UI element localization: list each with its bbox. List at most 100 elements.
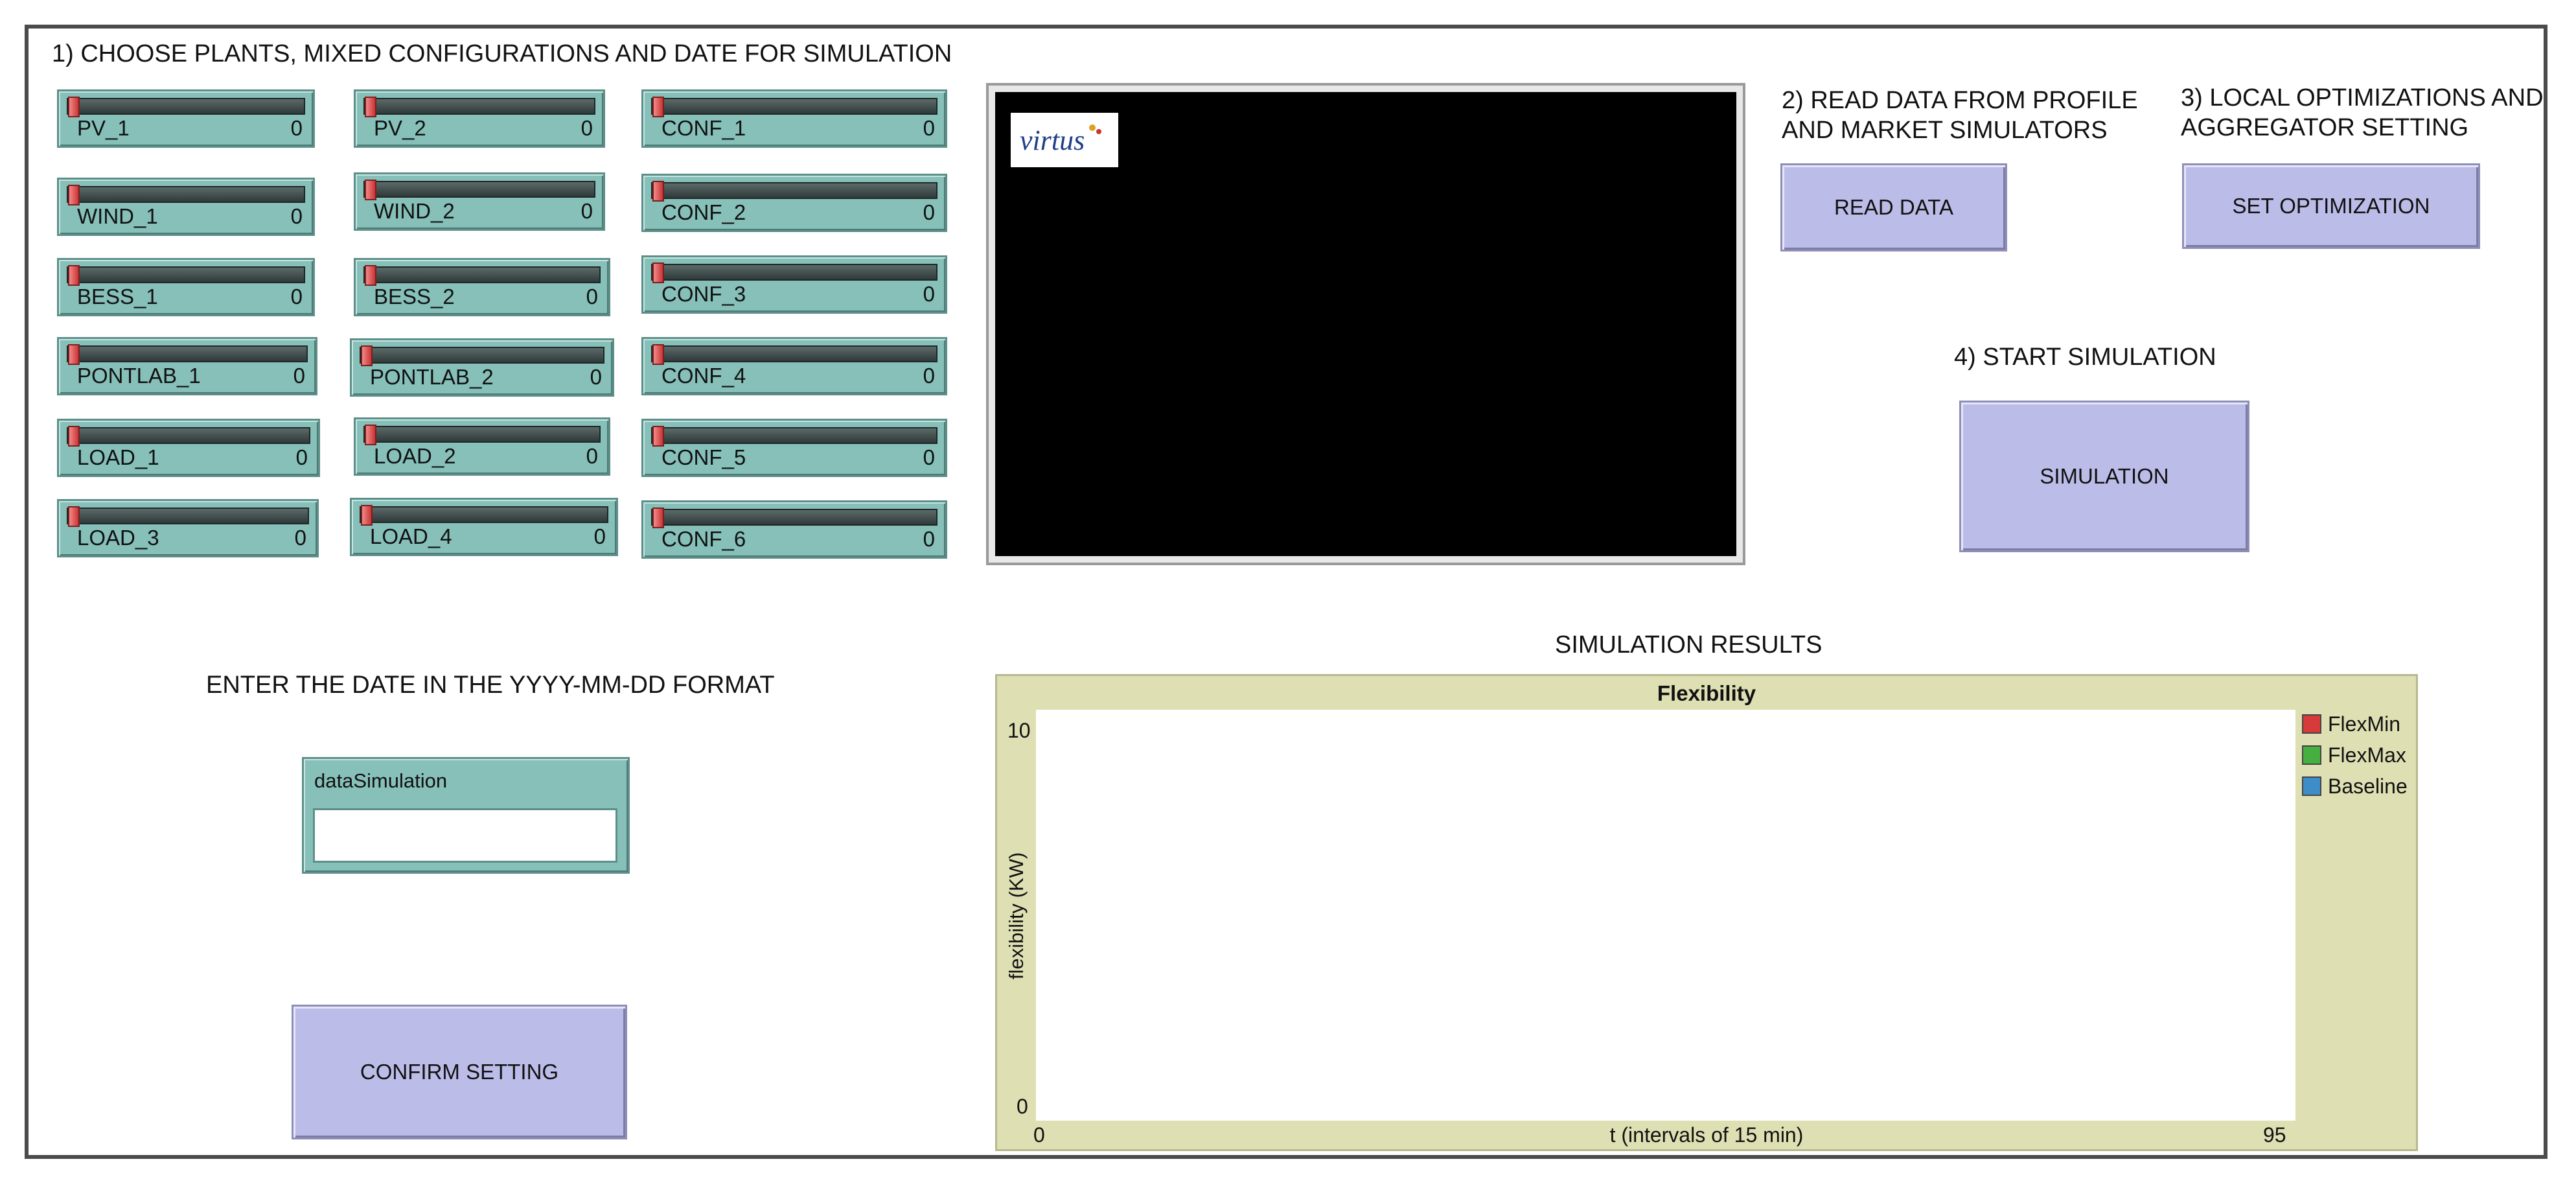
step4-heading: 4) START SIMULATION [1954,344,2216,371]
step3-heading: 3) LOCAL OPTIMIZATIONS AND AGGREGATOR SE… [2181,84,2544,141]
slider-track[interactable] [651,344,937,365]
confirm-setting-button[interactable]: CONFIRM SETTING [292,1005,627,1139]
world-view[interactable]: virtus [995,92,1736,556]
slider-pontlab-2[interactable]: PONTLAB_2 0 [350,338,614,397]
slider-thumb[interactable] [68,344,80,365]
slider-conf-3[interactable]: CONF_3 0 [641,255,947,314]
legend-item-flexmin: FlexMin [2302,708,2408,740]
slider-value: 0 [294,526,306,550]
slider-conf-1[interactable]: CONF_1 0 [641,89,947,148]
slider-track[interactable] [651,508,937,528]
slider-thumb[interactable] [361,345,373,366]
read-data-button[interactable]: READ DATA [1780,163,2007,251]
slider-track[interactable] [360,345,604,366]
flexibility-plot: Flexibility 10 0 flexibility (KW) 0 t (i… [995,674,2418,1151]
slider-track[interactable] [363,265,601,286]
slider-wind-2[interactable]: WIND_2 0 [354,172,605,231]
slider-thumb[interactable] [652,262,664,283]
slider-value: 0 [923,116,935,140]
virtus-logo-graphic: virtus [1020,124,1101,156]
slider-value: 0 [923,527,935,551]
slider-label: PV_2 [374,116,426,140]
slider-wind-1[interactable]: WIND_1 0 [57,178,315,236]
slider-track[interactable] [67,426,310,447]
data-simulation-label: dataSimulation [314,769,448,792]
slider-track[interactable] [363,425,601,445]
slider-track[interactable] [67,97,305,117]
x-tick-max: 95 [2263,1123,2286,1147]
results-heading: SIMULATION RESULTS [1555,631,1823,659]
slider-pv-2[interactable]: PV_2 0 [354,89,605,148]
slider-track[interactable] [651,426,937,447]
set-optimization-button[interactable]: SET OPTIMIZATION [2182,163,2480,249]
virtus-logo-text: virtus [1020,124,1085,156]
slider-thumb[interactable] [68,185,80,205]
slider-thumb[interactable] [652,97,664,117]
slider-label: WIND_2 [374,199,455,223]
slider-thumb[interactable] [365,97,376,117]
y-tick-min: 0 [1017,1095,1028,1118]
plot-canvas [1036,710,2295,1121]
slider-value: 0 [290,204,303,228]
slider-label: CONF_4 [661,364,746,388]
legend-swatch-baseline [2302,776,2321,796]
slider-thumb[interactable] [68,506,80,527]
slider-value: 0 [293,364,305,388]
legend-swatch-flexmin [2302,714,2321,734]
slider-pontlab-1[interactable]: PONTLAB_1 0 [57,337,317,395]
world-view-frame: virtus [986,83,1745,565]
slider-track[interactable] [67,185,305,205]
slider-thumb[interactable] [652,344,664,365]
slider-pv-1[interactable]: PV_1 0 [57,89,315,148]
slider-value: 0 [923,364,935,388]
logo-dot [1089,124,1096,131]
logo-dot [1096,129,1101,134]
data-simulation-input[interactable] [313,808,617,863]
slider-track[interactable] [360,505,608,526]
slider-track[interactable] [651,181,937,202]
slider-value: 0 [581,116,593,140]
slider-thumb[interactable] [68,265,80,286]
slider-value: 0 [581,199,593,223]
slider-thumb[interactable] [652,508,664,528]
slider-value: 0 [923,282,935,306]
slider-thumb[interactable] [68,426,80,447]
slider-track[interactable] [67,344,308,365]
slider-bess-1[interactable]: BESS_1 0 [57,258,315,316]
slider-thumb[interactable] [361,505,373,526]
slider-load-3[interactable]: LOAD_3 0 [57,499,319,557]
slider-thumb[interactable] [652,426,664,447]
simulation-button[interactable]: SIMULATION [1959,401,2249,552]
slider-thumb[interactable] [365,265,376,286]
plot-area [1036,710,2295,1121]
slider-conf-2[interactable]: CONF_2 0 [641,174,947,232]
slider-conf-6[interactable]: CONF_6 0 [641,500,947,559]
slider-value: 0 [290,285,303,309]
slider-label: WIND_1 [77,204,158,228]
slider-conf-5[interactable]: CONF_5 0 [641,419,947,477]
slider-thumb[interactable] [68,97,80,117]
slider-value: 0 [590,365,602,389]
step2-heading: 2) READ DATA FROM PROFILE AND MARKET SIM… [1782,87,2138,144]
slider-thumb[interactable] [365,180,376,200]
slider-label: CONF_5 [661,445,746,469]
legend-item-flexmax: FlexMax [2302,740,2408,771]
slider-track[interactable] [67,265,305,286]
slider-track[interactable] [651,262,937,283]
slider-label: CONF_6 [661,527,746,551]
slider-thumb[interactable] [365,425,376,445]
slider-track[interactable] [363,180,595,200]
slider-bess-2[interactable]: BESS_2 0 [354,258,610,316]
legend-label: FlexMax [2328,743,2406,767]
slider-track[interactable] [651,97,937,117]
slider-load-2[interactable]: LOAD_2 0 [354,417,610,476]
slider-conf-4[interactable]: CONF_4 0 [641,337,947,395]
slider-thumb[interactable] [652,181,664,202]
plot-title: Flexibility [1657,681,1756,705]
slider-track[interactable] [363,97,595,117]
slider-load-4[interactable]: LOAD_4 0 [350,498,618,556]
legend-item-baseline: Baseline [2302,771,2408,802]
slider-load-1[interactable]: LOAD_1 0 [57,419,320,477]
virtus-logo-icon: virtus [1011,113,1118,167]
slider-track[interactable] [67,506,309,527]
